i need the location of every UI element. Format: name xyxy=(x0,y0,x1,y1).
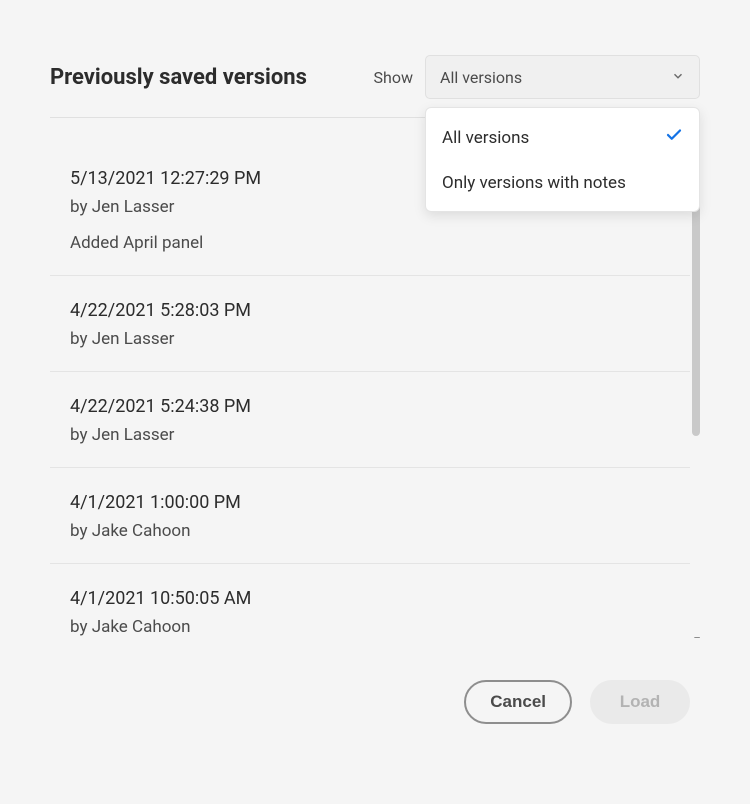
version-author: by Jake Cahoon xyxy=(70,521,670,541)
version-row[interactable]: 4/1/2021 1:00:00 PM by Jake Cahoon xyxy=(50,468,690,564)
dropdown-option-label: Only versions with notes xyxy=(442,173,626,193)
version-timestamp: 4/22/2021 5:24:38 PM xyxy=(70,396,670,417)
version-row[interactable]: 4/22/2021 5:24:38 PM by Jen Lasser xyxy=(50,372,690,468)
version-timestamp: 4/1/2021 10:50:05 AM xyxy=(70,588,670,609)
version-author: by Jake Cahoon xyxy=(70,617,670,637)
scrollbar-thumb[interactable] xyxy=(692,186,700,436)
version-timestamp: 4/1/2021 1:00:00 PM xyxy=(70,492,670,513)
show-label: Show xyxy=(374,68,413,87)
check-icon xyxy=(665,126,683,149)
load-button[interactable]: Load xyxy=(590,680,690,724)
filter-dropdown[interactable]: All versions xyxy=(425,55,700,99)
version-note: Added April panel xyxy=(70,233,670,253)
dropdown-option-all[interactable]: All versions xyxy=(426,114,699,161)
chevron-down-icon xyxy=(671,68,685,87)
version-author: by Jen Lasser xyxy=(70,425,670,445)
scroll-down-arrow[interactable]: ▼ xyxy=(692,635,700,638)
dropdown-option-notes[interactable]: Only versions with notes xyxy=(426,161,699,205)
version-timestamp: 4/22/2021 5:28:03 PM xyxy=(70,300,670,321)
version-row[interactable]: 4/22/2021 5:28:03 PM by Jen Lasser xyxy=(50,276,690,372)
cancel-button[interactable]: Cancel xyxy=(464,680,572,724)
version-row[interactable]: 4/1/2021 10:50:05 AM by Jake Cahoon xyxy=(50,564,690,638)
page-title: Previously saved versions xyxy=(50,65,307,90)
filter-dropdown-value: All versions xyxy=(440,68,522,87)
dropdown-option-label: All versions xyxy=(442,128,529,148)
version-author: by Jen Lasser xyxy=(70,329,670,349)
filter-dropdown-menu: All versions Only versions with notes xyxy=(425,107,700,212)
